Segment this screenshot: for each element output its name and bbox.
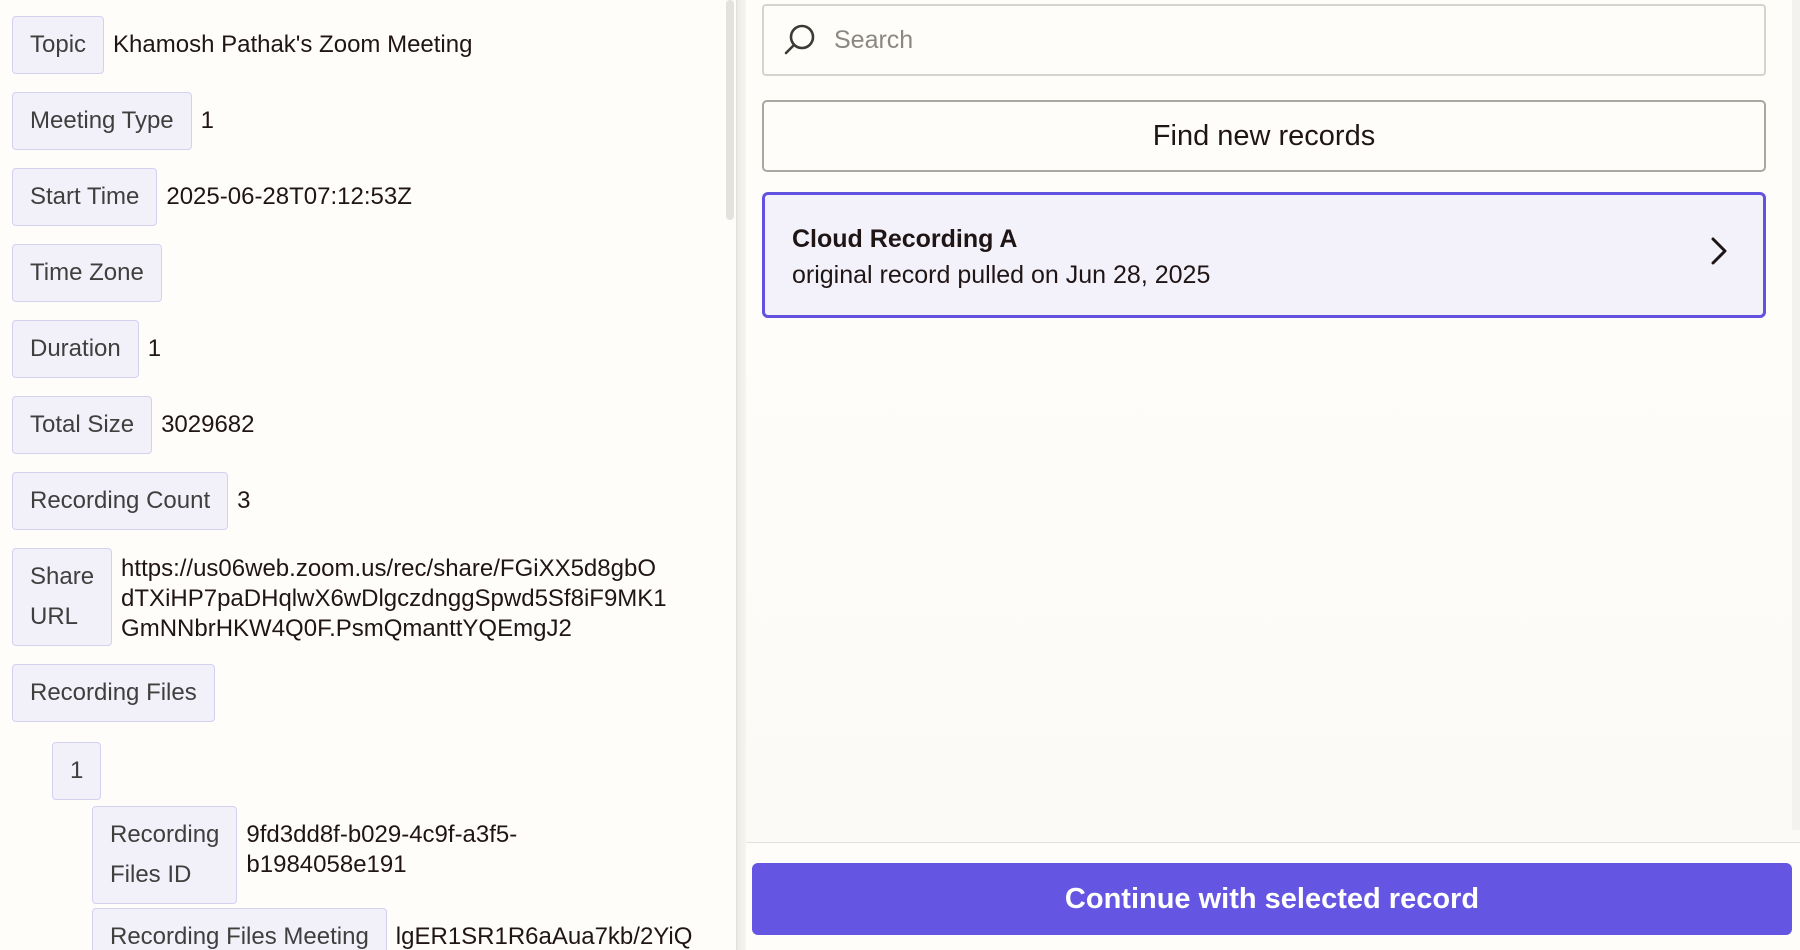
field-key: Recording Count — [12, 472, 229, 530]
field-value: Khamosh Pathak's Zoom Meeting — [113, 31, 473, 58]
field-share-url: Share URL https://us06web.zoom.us/rec/sh… — [12, 548, 667, 646]
field-value — [162, 244, 171, 258]
action-bar: Continue with selected record — [746, 842, 1800, 950]
field-key: Recording Files — [12, 664, 215, 722]
field-recording-files-id: Recording Files ID 9fd3dd8f-b029-4c9f-a3… — [92, 806, 517, 904]
panel-background — [746, 330, 1800, 850]
field-duration: Duration 1 — [12, 320, 161, 378]
field-topic: Topic Khamosh Pathak's Zoom Meeting — [12, 16, 472, 74]
continue-button[interactable]: Continue with selected record — [752, 863, 1792, 935]
left-scrollbar-thumb[interactable] — [726, 0, 734, 220]
search-icon — [784, 24, 815, 55]
field-key-line: Share — [30, 563, 95, 590]
field-value-line: https://us06web.zoom.us/rec/share/FGiXX5… — [121, 555, 656, 582]
field-time-zone: Time Zone — [12, 244, 171, 302]
right-scrollbar-track[interactable] — [1792, 0, 1800, 830]
record-title: Cloud Recording A — [792, 225, 1018, 253]
field-total-size: Total Size 3029682 — [12, 396, 255, 454]
field-value: https://us06web.zoom.us/rec/share/FGiXX5… — [112, 548, 667, 644]
field-key: Start Time — [12, 168, 158, 226]
field-value: 9fd3dd8f-b029-4c9f-a3f5- b1984058e191 — [237, 806, 517, 880]
field-value: 1 — [147, 335, 162, 362]
field-value: lgER1SR1R6aAua7kb/2YiQ — [395, 923, 693, 950]
field-meeting-type: Meeting Type 1 — [12, 92, 214, 150]
field-value: 2025-06-28T07:12:53Z — [166, 183, 412, 210]
field-recording-count: Recording Count 3 — [12, 472, 250, 530]
panel-divider — [736, 0, 746, 950]
field-value-line: GmNNbrHKW4Q0F.PsmQmanttYQEmgJ2 — [121, 615, 572, 642]
chevron-right-icon — [1711, 237, 1727, 265]
field-recording-files-index: 1 — [52, 742, 110, 800]
field-value: 3029682 — [161, 411, 255, 438]
find-new-records-button[interactable]: Find new records — [762, 100, 1766, 172]
field-key-line: URL — [30, 603, 79, 630]
field-value: 1 — [200, 107, 215, 134]
field-value: 3 — [237, 487, 251, 514]
field-recording-files: Recording Files — [12, 664, 224, 722]
field-recording-files-meeting: Recording Files Meeting lgER1SR1R6aAua7k… — [92, 908, 692, 950]
field-key: 1 — [52, 742, 102, 800]
field-value — [101, 742, 110, 756]
field-key-line: Files ID — [110, 861, 192, 888]
search-box[interactable] — [762, 4, 1766, 76]
field-start-time: Start Time 2025-06-28T07:12:53Z — [12, 168, 412, 226]
field-key: Recording Files Meeting — [92, 908, 387, 950]
field-value-line: dTXiHP7paDHqlwX6wDlgczdnggSpwd5Sf8iF9MK1 — [121, 585, 667, 612]
field-key: Total Size — [12, 396, 153, 454]
record-item-selected[interactable]: Cloud Recording A original record pulled… — [762, 192, 1766, 318]
field-key: Recording Files ID — [92, 806, 238, 904]
record-picker-panel: Find new records Cloud Recording A origi… — [746, 0, 1800, 950]
search-input[interactable] — [834, 25, 1734, 55]
field-key: Meeting Type — [12, 92, 192, 150]
record-details-panel: Topic Khamosh Pathak's Zoom Meeting Meet… — [0, 0, 736, 950]
field-key: Duration — [12, 320, 139, 378]
field-value-line: 9fd3dd8f-b029-4c9f-a3f5- — [246, 821, 518, 848]
field-value — [215, 664, 224, 678]
field-key-line: Recording — [110, 821, 220, 848]
field-key: Topic — [12, 16, 105, 74]
field-key: Time Zone — [12, 244, 162, 302]
field-value-line: b1984058e191 — [246, 851, 407, 878]
record-subtitle: original record pulled on Jun 28, 2025 — [792, 261, 1211, 289]
field-key: Share URL — [12, 548, 113, 646]
